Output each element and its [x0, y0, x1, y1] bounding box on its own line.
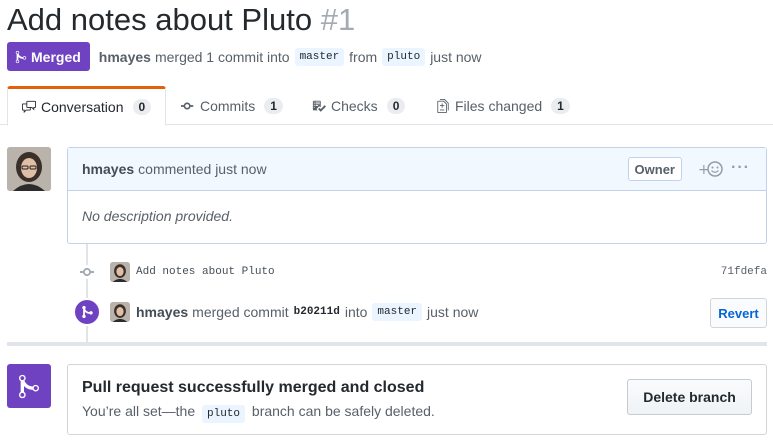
head-branch-label[interactable]: pluto: [382, 47, 426, 66]
person-avatar-icon: [110, 302, 130, 322]
deletable-branch-label: pluto: [202, 405, 246, 423]
merged-status-title: Pull request successfully merged and clo…: [82, 379, 425, 396]
kebab-horizontal-icon[interactable]: ···: [731, 159, 750, 177]
git-commit-icon: [181, 102, 194, 110]
git-merge-icon: [19, 374, 39, 398]
merged-sub-after: branch can be safely deleted.: [251, 403, 435, 419]
owner-role-badge: Owner: [627, 157, 682, 181]
git-merge-icon: [15, 50, 27, 63]
tab-checks[interactable]: Checks 0: [312, 86, 406, 126]
smiley-icon: +: [698, 161, 723, 178]
pr-comment: hmayes commented just now Owner + ··· No…: [67, 147, 767, 244]
commit-item: Add notes about Pluto 71fdefa: [110, 261, 767, 283]
merge-event-time: just now: [427, 304, 479, 320]
tab-conversation[interactable]: Conversation 0: [7, 86, 167, 126]
pr-time: just now: [430, 48, 482, 65]
tab-files-changed[interactable]: Files changed 1: [436, 86, 570, 126]
merged-status-subtitle: You’re all set—the pluto branch can be s…: [82, 403, 435, 423]
comment-action-text: commented just now: [138, 161, 267, 177]
pr-meta: Merged hmayes merged 1 commit into maste…: [7, 42, 482, 71]
tab-checks-count: 0: [386, 98, 406, 114]
tab-conversation-label: Conversation: [41, 99, 124, 115]
tab-files-changed-count: 1: [551, 98, 570, 114]
pr-author-link[interactable]: hmayes: [99, 49, 151, 65]
merge-event: hmayes merged commit b20211d into master…: [110, 302, 478, 322]
git-commit-icon: [80, 265, 94, 279]
file-diff-icon: [437, 99, 449, 113]
comment-body: No description provided.: [82, 208, 233, 224]
tab-checks-label: Checks: [331, 98, 378, 114]
delete-branch-button[interactable]: Delete branch: [627, 379, 752, 415]
tab-commits-label: Commits: [200, 98, 256, 114]
person-avatar-icon: [110, 262, 130, 282]
commit-message-link[interactable]: Add notes about Pluto: [136, 266, 275, 278]
pr-tabs: Conversation 0 Commits 1 Checks 0 Files …: [0, 86, 773, 126]
merge-event-text: merged commit: [192, 304, 289, 320]
merged-status-box: Pull request successfully merged and clo…: [67, 364, 767, 435]
comment-header: hmayes commented just now Owner + ···: [68, 148, 766, 191]
add-reaction-button[interactable]: +: [698, 160, 724, 178]
pr-number: #1: [320, 2, 356, 37]
merge-event-icon: [73, 298, 101, 326]
tab-commits[interactable]: Commits 1: [181, 86, 283, 126]
pr-title: Add notes about Pluto #1: [7, 2, 355, 38]
comment-discussion-icon: [22, 100, 36, 114]
git-merge-icon: [81, 305, 93, 319]
merge-author-link[interactable]: hmayes: [136, 304, 188, 320]
timeline-divider: [7, 342, 767, 346]
comment-author-link[interactable]: hmayes: [82, 161, 134, 177]
commit-author-avatar[interactable]: [110, 262, 130, 282]
merged-status-icon: [7, 364, 51, 408]
from-text: from: [349, 48, 378, 65]
merged-badge-label: Merged: [31, 48, 81, 65]
base-branch-label[interactable]: master: [294, 47, 345, 66]
merge-into-text: into: [344, 304, 368, 320]
merged-state-badge: Merged: [7, 42, 90, 71]
merge-commit-sha-link[interactable]: b20211d: [294, 306, 340, 318]
tab-commits-count: 1: [264, 98, 283, 114]
merge-target-branch[interactable]: master: [372, 303, 423, 321]
timeline-line: [86, 244, 88, 342]
comment-author-avatar[interactable]: [7, 147, 51, 191]
commit-sha-link[interactable]: 71fdefa: [721, 266, 767, 278]
tab-files-changed-label: Files changed: [455, 98, 543, 114]
tab-conversation-count: 0: [132, 99, 152, 115]
checklist-icon: [312, 100, 326, 112]
person-avatar-icon: [7, 147, 51, 191]
merge-author-avatar[interactable]: [110, 302, 130, 322]
pr-title-text: Add notes about Pluto: [7, 2, 313, 37]
merge-summary-text: merged 1 commit into: [154, 48, 290, 65]
revert-button[interactable]: Revert: [710, 298, 767, 328]
merged-sub-before: You’re all set—the: [82, 403, 196, 419]
